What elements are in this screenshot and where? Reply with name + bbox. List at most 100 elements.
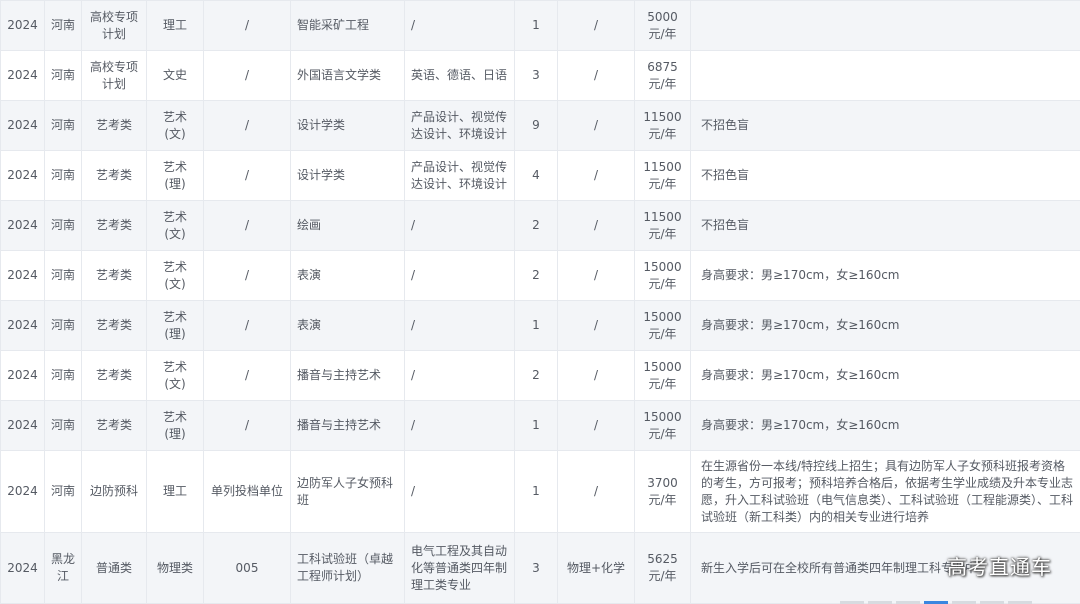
major-name-cell: 外国语言文学类 xyxy=(290,50,405,101)
major-name-cell: 播音与主持艺术 xyxy=(290,350,405,401)
year-cell: 2024 xyxy=(0,300,45,351)
included-majors-cell: 英语、德语、日语 xyxy=(404,50,515,101)
subject-category-cell: 理工 xyxy=(146,0,204,51)
tuition-fee-cell: 11500元/年 xyxy=(634,100,691,151)
admission-type-cell: 高校专项计划 xyxy=(81,50,147,101)
major-code-cell: / xyxy=(203,400,291,451)
year-cell: 2024 xyxy=(0,100,45,151)
year-cell: 2024 xyxy=(0,250,45,301)
table-row: 2024 河南 艺考类 艺术(文) / 表演/2/15000元/年 身高要求：男≥170cm… xyxy=(0,250,1080,301)
major-name-cell: 工科试验班（卓越工程师计划） xyxy=(290,532,405,604)
subject-category-cell: 艺术(理) xyxy=(146,300,204,351)
subject-requirement-cell: / xyxy=(557,400,635,451)
province-cell: 河南 xyxy=(44,150,82,201)
subject-requirement-cell: / xyxy=(557,150,635,201)
year-cell: 2024 xyxy=(0,150,45,201)
admission-type-cell: 艺考类 xyxy=(81,300,147,351)
major-name-cell: 表演 xyxy=(290,250,405,301)
included-majors-cell: / xyxy=(404,0,515,51)
admission-type-cell: 艺考类 xyxy=(81,150,147,201)
subject-requirement-cell: 物理+化学 xyxy=(557,532,635,604)
remarks-cell xyxy=(690,0,1080,51)
tuition-fee-cell: 15000元/年 xyxy=(634,300,691,351)
admission-type-cell: 边防预科 xyxy=(81,450,147,533)
table-row: 2024 河南 高校专项计划 文史 / 外国语言文学类 英语、德语、日语 3/6875元/年 xyxy=(0,50,1080,101)
plan-count-cell: 2 xyxy=(514,200,558,251)
major-code-cell: / xyxy=(203,300,291,351)
table-row: 2024 河南 艺考类 艺术(文) / 绘画/2/11500元/年 不招色盲 xyxy=(0,200,1080,251)
plan-count-cell: 1 xyxy=(514,300,558,351)
year-cell: 2024 xyxy=(0,50,45,101)
subject-requirement-cell: / xyxy=(557,200,635,251)
included-majors-cell: / xyxy=(404,300,515,351)
table-row: 2024 河南 高校专项计划 理工 / 智能采矿工程/1/5000元/年 xyxy=(0,0,1080,51)
province-cell: 河南 xyxy=(44,0,82,51)
province-cell: 河南 xyxy=(44,250,82,301)
province-cell: 黑龙江 xyxy=(44,532,82,604)
year-cell: 2024 xyxy=(0,350,45,401)
subject-requirement-cell: / xyxy=(557,50,635,101)
admission-type-cell: 艺考类 xyxy=(81,200,147,251)
remarks-cell: 在生源省份一本线/特控线上招生；具有边防军人子女预科班报考资格的考生，方可报考；… xyxy=(690,450,1080,533)
subject-category-cell: 理工 xyxy=(146,450,204,533)
admission-type-cell: 艺考类 xyxy=(81,100,147,151)
plan-count-cell: 2 xyxy=(514,350,558,401)
included-majors-cell: / xyxy=(404,250,515,301)
remarks-cell: 身高要求：男≥170cm，女≥160cm xyxy=(690,250,1080,301)
subject-requirement-cell: / xyxy=(557,100,635,151)
remarks-cell: 身高要求：男≥170cm，女≥160cm xyxy=(690,300,1080,351)
subject-category-cell: 艺术(理) xyxy=(146,400,204,451)
major-name-cell: 边防军人子女预科班 xyxy=(290,450,405,533)
table-row: 2024 河南 艺考类 艺术(文) / 播音与主持艺术/2/15000元/年 身高要求：男≥… xyxy=(0,350,1080,401)
included-majors-cell: / xyxy=(404,450,515,533)
included-majors-cell: / xyxy=(404,400,515,451)
province-cell: 河南 xyxy=(44,450,82,533)
major-code-cell: / xyxy=(203,150,291,201)
tuition-fee-cell: 11500元/年 xyxy=(634,200,691,251)
table-row: 2024 河南 艺考类 艺术(理) / 播音与主持艺术/1/15000元/年 身高要求：男≥… xyxy=(0,400,1080,451)
major-code-cell: 005 xyxy=(203,532,291,604)
plan-count-cell: 3 xyxy=(514,50,558,101)
table-row: 2024 河南 艺考类 艺术(理) / 表演/1/15000元/年 身高要求：男≥170cm… xyxy=(0,300,1080,351)
plan-count-cell: 1 xyxy=(514,0,558,51)
admission-type-cell: 艺考类 xyxy=(81,250,147,301)
subject-requirement-cell: / xyxy=(557,0,635,51)
province-cell: 河南 xyxy=(44,350,82,401)
major-code-cell: 单列投档单位 xyxy=(203,450,291,533)
province-cell: 河南 xyxy=(44,400,82,451)
included-majors-cell: 电气工程及其自动化等普通类四年制理工类专业 xyxy=(404,532,515,604)
subject-category-cell: 艺术(文) xyxy=(146,100,204,151)
major-name-cell: 智能采矿工程 xyxy=(290,0,405,51)
subject-category-cell: 物理类 xyxy=(146,532,204,604)
admission-type-cell: 艺考类 xyxy=(81,350,147,401)
subject-category-cell: 艺术(理) xyxy=(146,150,204,201)
included-majors-cell: / xyxy=(404,200,515,251)
plan-count-cell: 2 xyxy=(514,250,558,301)
major-name-cell: 播音与主持艺术 xyxy=(290,400,405,451)
table-row: 2024 河南 艺考类 艺术(理) / 设计学类 产品设计、视觉传达设计、环境设计 4/115… xyxy=(0,150,1080,201)
subject-category-cell: 艺术(文) xyxy=(146,350,204,401)
remarks-cell xyxy=(690,50,1080,101)
subject-category-cell: 艺术(文) xyxy=(146,250,204,301)
province-cell: 河南 xyxy=(44,50,82,101)
province-cell: 河南 xyxy=(44,300,82,351)
remarks-cell: 身高要求：男≥170cm，女≥160cm xyxy=(690,350,1080,401)
remarks-cell: 身高要求：男≥170cm，女≥160cm xyxy=(690,400,1080,451)
year-cell: 2024 xyxy=(0,450,45,533)
admission-type-cell: 高校专项计划 xyxy=(81,0,147,51)
admission-type-cell: 艺考类 xyxy=(81,400,147,451)
tuition-fee-cell: 5000元/年 xyxy=(634,0,691,51)
plan-count-cell: 3 xyxy=(514,532,558,604)
subject-requirement-cell: / xyxy=(557,250,635,301)
major-code-cell: / xyxy=(203,100,291,151)
plan-count-cell: 9 xyxy=(514,100,558,151)
major-name-cell: 绘画 xyxy=(290,200,405,251)
major-code-cell: / xyxy=(203,250,291,301)
major-code-cell: / xyxy=(203,50,291,101)
province-cell: 河南 xyxy=(44,200,82,251)
subject-requirement-cell: / xyxy=(557,300,635,351)
tuition-fee-cell: 15000元/年 xyxy=(634,400,691,451)
subject-category-cell: 艺术(文) xyxy=(146,200,204,251)
table-row: 2024 黑龙江 普通类 物理类 005 工科试验班（卓越工程师计划） 电气工程及其自动化等… xyxy=(0,532,1080,604)
admissions-plan-table: 2024 河南 高校专项计划 理工 / 智能采矿工程/1/5000元/年 2024 河南 高校专… xyxy=(0,0,1080,604)
